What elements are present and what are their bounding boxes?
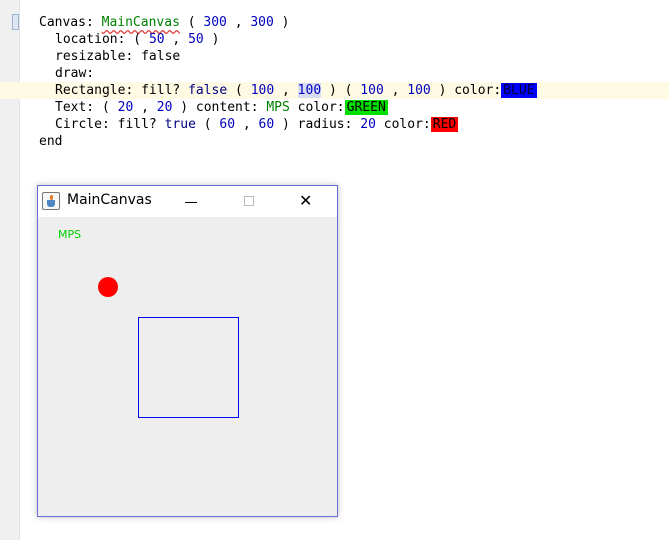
comma: , — [172, 32, 181, 47]
rect-width[interactable]: 100 — [360, 83, 383, 98]
color-tag-blue[interactable]: BLUE — [501, 83, 537, 98]
main-canvas-window[interactable]: MainCanvas ✕ MPS — [37, 185, 338, 517]
keyword-color: color: — [383, 117, 431, 132]
rect-y[interactable]: 100 — [297, 83, 322, 98]
text-content-value[interactable]: MPS — [266, 100, 289, 115]
code-line-draw[interactable]: draw: — [0, 65, 669, 82]
keyword-color: color: — [297, 100, 345, 115]
rect-fill-value[interactable]: false — [188, 83, 227, 98]
keyword-location: location: — [55, 32, 126, 47]
circle-radius[interactable]: 20 — [360, 117, 376, 132]
canvas-rectangle — [138, 317, 239, 418]
paren-close: ) — [438, 83, 447, 98]
keyword-draw: draw: — [55, 66, 95, 81]
code-editor[interactable]: Canvas: MainCanvas ( 300 , 300 ) locatio… — [0, 0, 669, 540]
color-tag-green[interactable]: GREEN — [344, 100, 388, 115]
java-app-icon[interactable] — [42, 192, 60, 210]
keyword-fill: fill? — [141, 83, 181, 98]
keyword-resizable: resizable: — [55, 49, 134, 64]
paren-open: ( — [101, 100, 110, 115]
comma: , — [242, 117, 251, 132]
canvas-circle — [98, 277, 118, 297]
drawing-canvas[interactable]: MPS — [38, 217, 337, 516]
keyword-fill: fill? — [117, 117, 157, 132]
canvas-text-mps: MPS — [58, 228, 82, 241]
code-line-resizable[interactable]: resizable: false — [0, 48, 669, 65]
paren-open: ( — [203, 117, 212, 132]
paren-open: ( — [187, 15, 196, 30]
minimize-button[interactable] — [169, 186, 215, 217]
paren-close: ) — [180, 100, 189, 115]
window-title: MainCanvas — [67, 192, 152, 208]
window-titlebar[interactable]: MainCanvas ✕ — [38, 186, 337, 217]
location-x[interactable]: 50 — [149, 32, 165, 47]
maximize-icon — [244, 196, 254, 206]
resizable-value[interactable]: false — [141, 49, 180, 64]
text-y[interactable]: 20 — [157, 100, 173, 115]
color-tag-red[interactable]: RED — [430, 117, 459, 132]
paren-open: ( — [344, 83, 353, 98]
canvas-width[interactable]: 300 — [203, 15, 226, 30]
paren-close: ) — [211, 32, 220, 47]
paren-close: ) — [282, 117, 290, 132]
paren-close: ) — [281, 15, 290, 30]
circle-y[interactable]: 60 — [259, 117, 275, 132]
paren-open: ( — [235, 83, 243, 98]
minimize-icon — [185, 202, 197, 203]
java-cup-shape — [47, 200, 55, 207]
keyword-end: end — [39, 134, 63, 149]
code-line-location[interactable]: location: ( 50 , 50 ) — [0, 31, 669, 48]
keyword-rectangle: Rectangle: — [55, 83, 134, 98]
code-line-canvas[interactable]: Canvas: MainCanvas ( 300 , 300 ) — [0, 14, 669, 31]
text-x[interactable]: 20 — [118, 100, 134, 115]
location-y[interactable]: 50 — [188, 32, 204, 47]
code-line-end[interactable]: end — [0, 133, 669, 150]
comma: , — [141, 100, 149, 115]
comma: , — [282, 83, 290, 98]
comma: , — [234, 15, 243, 30]
close-button[interactable]: ✕ — [284, 186, 330, 217]
code-line-rectangle[interactable]: Rectangle: fill? false ( 100 , 100 ) ( 1… — [0, 82, 669, 99]
maximize-button[interactable] — [226, 186, 272, 217]
circle-x[interactable]: 60 — [219, 117, 235, 132]
keyword-circle: Circle: — [55, 117, 110, 132]
keyword-text: Text: — [55, 100, 95, 115]
keyword-canvas: Canvas: — [39, 15, 94, 30]
keyword-color: color: — [454, 83, 502, 98]
rect-height[interactable]: 100 — [407, 83, 430, 98]
paren-open: ( — [133, 32, 142, 47]
code-line-text[interactable]: Text: ( 20 , 20 ) content: MPS color: GRE… — [0, 99, 669, 116]
close-icon: ✕ — [299, 191, 313, 210]
canvas-height[interactable]: 300 — [250, 15, 273, 30]
paren-close: ) — [328, 83, 337, 98]
rect-x[interactable]: 100 — [251, 83, 274, 98]
code-line-circle[interactable]: Circle: fill? true ( 60 , 60 ) radius: 2… — [0, 116, 669, 133]
keyword-content: content: — [195, 100, 259, 115]
comma: , — [391, 83, 400, 98]
circle-fill-value[interactable]: true — [165, 117, 196, 132]
keyword-radius: radius: — [297, 117, 353, 132]
canvas-name[interactable]: MainCanvas — [102, 15, 180, 30]
code-area[interactable]: Canvas: MainCanvas ( 300 , 300 ) locatio… — [0, 14, 669, 150]
